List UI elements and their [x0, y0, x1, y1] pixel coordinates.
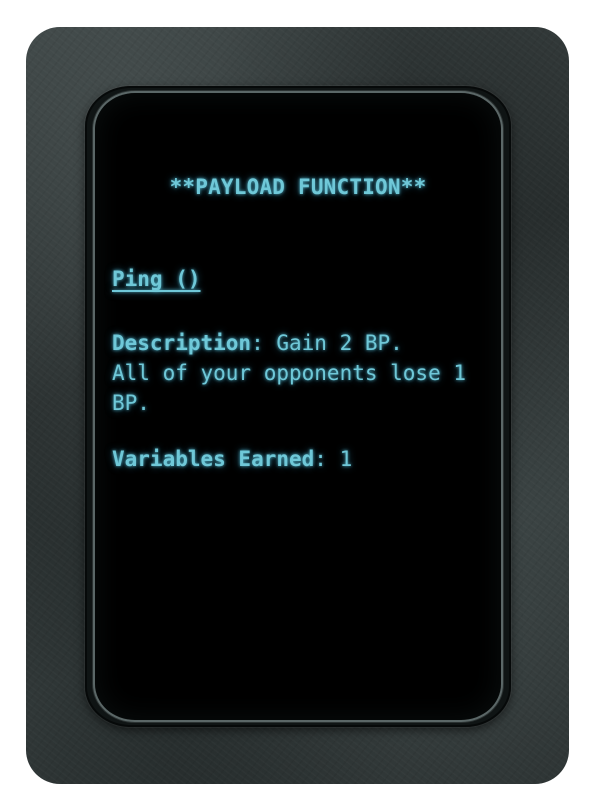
- variables-label: Variables Earned: [112, 447, 315, 471]
- description-block: Description: Gain 2 BP. All of your oppon…: [112, 328, 497, 418]
- description-separator: :: [251, 331, 264, 355]
- description-line-2: All of your opponents lose 1 BP.: [112, 361, 467, 415]
- card-title: **PAYLOAD FUNCTION**: [169, 175, 427, 199]
- payload-card: **PAYLOAD FUNCTION** Ping () Description…: [26, 27, 569, 784]
- card-screen: **PAYLOAD FUNCTION** Ping () Description…: [95, 93, 501, 720]
- variables-value: 1: [326, 447, 353, 471]
- variables-block: Variables Earned: 1: [112, 447, 352, 471]
- function-name: Ping (): [112, 267, 201, 291]
- description-label: Description: [112, 331, 252, 355]
- variables-separator: :: [314, 447, 327, 471]
- description-line-1: Gain 2 BP.: [263, 331, 403, 355]
